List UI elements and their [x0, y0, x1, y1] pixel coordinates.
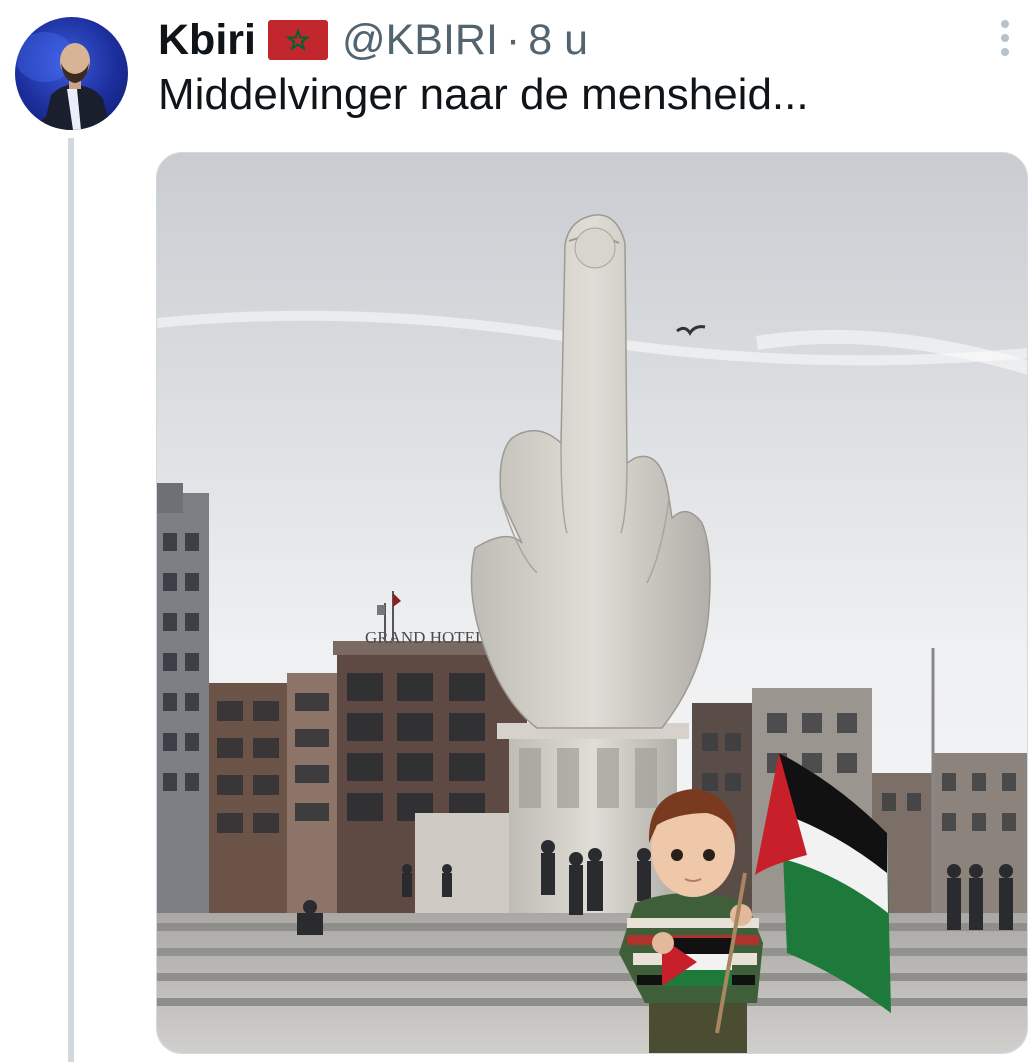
tweet-text: Middelvinger naar de mensheid...: [158, 70, 809, 119]
separator-dot: ·: [505, 15, 521, 64]
thread-line: [68, 138, 74, 1062]
tweet-header: Kbiri @KBIRI · 8 u: [158, 10, 588, 70]
more-options-icon[interactable]: [996, 18, 1014, 58]
avatar[interactable]: [15, 17, 128, 130]
tweet-card[interactable]: Kbiri @KBIRI · 8 u Middelvinger naar de …: [0, 0, 1033, 1062]
author-name[interactable]: Kbiri: [158, 16, 256, 65]
timestamp[interactable]: 8 u: [528, 16, 588, 65]
morocco-flag-icon: [267, 20, 328, 60]
author-handle[interactable]: @KBIRI: [342, 16, 498, 65]
tweet-image[interactable]: GRAND HOTEL K: [156, 152, 1028, 1054]
